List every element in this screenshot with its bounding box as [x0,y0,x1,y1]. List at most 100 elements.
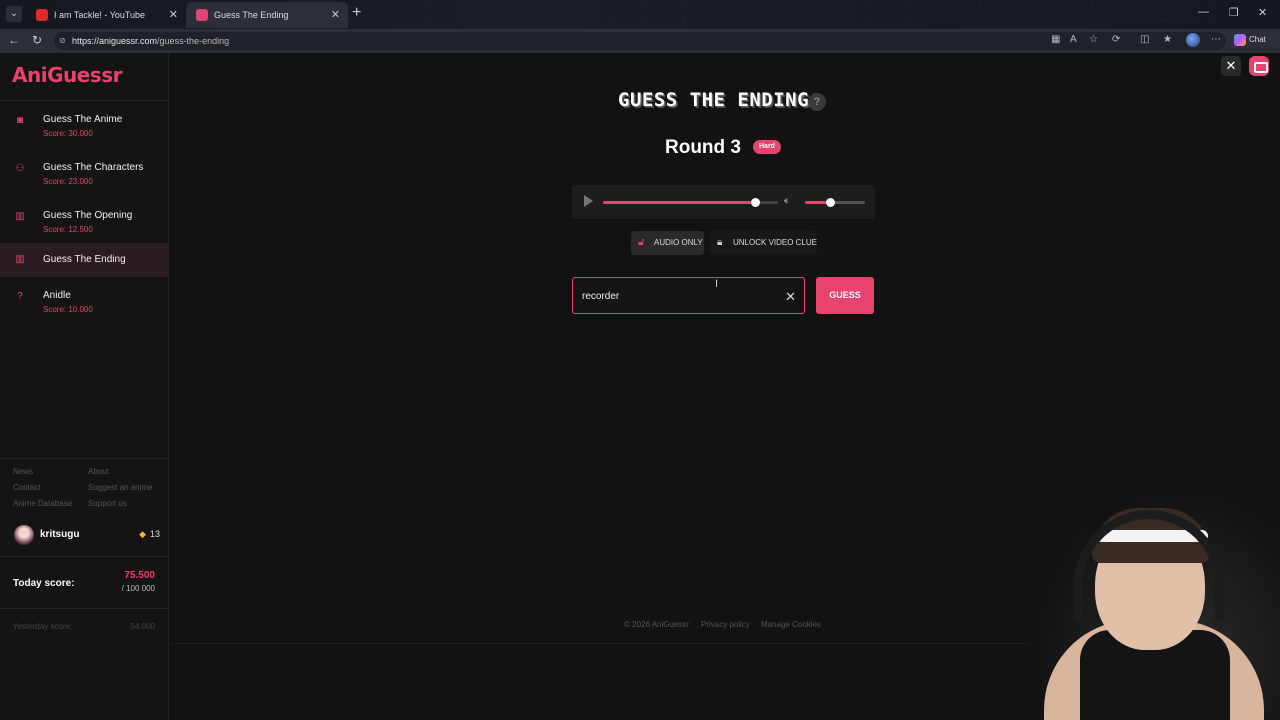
users-icon: ⚇ [15,163,25,174]
copilot-icon [1234,33,1246,46]
sidebar-item-score: Score: 12.500 [43,225,93,234]
audio-player: 🔈︎ [572,185,875,219]
avatar [14,525,34,545]
sidebar-item-anidle[interactable]: ? Anidle Score: 10.000 [0,285,169,319]
more-menu-icon[interactable]: ⋯ [1211,34,1221,45]
profile-avatar-icon[interactable] [1186,33,1200,47]
sidebar-item-guess-the-anime[interactable]: ◙ Guess The Anime Score: 30.000 [0,109,169,143]
sidebar-item-score: Score: 30.000 [43,129,93,138]
sidebar-item-label: Guess The Opening [43,210,133,221]
sidebar-item-guess-the-ending[interactable]: ▥ Guess The Ending [0,243,169,277]
twitch-extension-icon[interactable] [1249,56,1269,76]
support-us-link[interactable]: Support us [88,499,127,508]
guess-input[interactable]: recorder ✕ [572,277,805,314]
text-cursor-icon: I [715,278,719,290]
contact-link[interactable]: Contact [13,483,41,492]
sidebar-divider [0,100,169,101]
yesterday-score-label: Yesterday score: [13,622,73,631]
sidebar-item-label: Guess The Ending [43,254,126,265]
progress-fill [603,201,756,204]
user-profile[interactable]: kritsugu ◆ 13 [14,525,164,545]
sidebar-item-label: Guess The Characters [43,162,144,173]
tickets-count: ◆ 13 [139,529,160,540]
username: kritsugu [40,529,80,540]
maximize-icon[interactable]: ❐ [1229,6,1239,19]
favorite-star-icon[interactable]: ☆ [1089,34,1098,45]
yesterday-score-value: 54.000 [130,622,155,631]
sidebar-item-score: Score: 23.000 [43,177,93,186]
read-aloud-icon[interactable]: A [1070,34,1077,45]
browser-address-bar: ← ↻ ⊘ https://aniguessr.com/guess-the-en… [0,29,1280,53]
chat-label: Chat [1249,35,1266,44]
sidebar-divider [0,556,169,557]
browser-tab-youtube[interactable]: I am Tackle! - YouTube ✕ [26,2,186,28]
site-info-icon[interactable]: ⊘ [59,32,66,50]
volume-icon[interactable]: 🔈︎ [784,195,791,208]
music-bars-icon: ▥ [15,254,25,265]
refresh-icon[interactable]: ↻ [32,33,42,47]
tab-title: Guess The Ending [214,10,289,20]
manage-cookies-link[interactable]: Manage Cookies [761,620,821,629]
back-icon[interactable]: ← [8,33,20,47]
sidebar-divider [0,458,169,459]
sidebar-divider [0,608,169,609]
sidebar: AniGuessr ◙ Guess The Anime Score: 30.00… [0,53,169,720]
about-link[interactable]: About [88,467,109,476]
ticket-icon: ◆ [139,529,146,539]
sidebar-item-guess-the-characters[interactable]: ⚇ Guess The Characters Score: 23.000 [0,157,169,191]
apps-icon[interactable]: ▦ [1051,34,1060,45]
guess-button[interactable]: GUESS [816,277,874,314]
unlock-video-clue-button[interactable]: 🔒︎ UNLOCK VIDEO CLUE [710,231,817,255]
copilot-chat-button[interactable]: Chat [1234,33,1266,47]
clear-icon[interactable]: ✕ [785,278,796,315]
today-score-max: / 100 000 [121,584,155,593]
browser-tab-active[interactable]: Guess The Ending ✕ [186,2,348,28]
sidebar-item-label: Anidle [43,290,71,301]
play-icon[interactable] [584,195,593,207]
browser-tab-bar: ⌄ I am Tackle! - YouTube ✕ Guess The End… [0,0,1280,29]
webcam-overlay [1030,490,1280,720]
aniguessr-favicon-icon [196,9,208,21]
sidebar-item-guess-the-opening[interactable]: ▥ Guess The Opening Score: 12.500 [0,205,169,239]
sidebar-item-score: Score: 10.000 [43,305,93,314]
difficulty-badge: Hard [753,140,781,154]
url-host: https://aniguessr.com [72,36,158,46]
aniguessr-logo[interactable]: AniGuessr [12,63,122,87]
volume-knob[interactable] [826,198,836,207]
tab-actions-menu-icon[interactable]: ⌄ [6,6,22,22]
new-tab-icon[interactable]: + [352,4,361,22]
anime-database-link[interactable]: Anime Database [13,499,72,508]
music-bars-icon: ▥ [15,211,25,222]
ticket-value: 13 [149,529,160,539]
close-tab-icon[interactable]: ✕ [331,2,340,28]
extensions-icon[interactable]: ⟳ [1112,34,1120,45]
window-close-icon[interactable]: ✕ [1258,6,1267,19]
guess-input-value: recorder [582,291,620,302]
privacy-policy-link[interactable]: Privacy policy [701,620,750,629]
lock-open-icon: 🔓︎ [638,237,645,248]
suggest-anime-link[interactable]: Suggest an anime [88,483,153,492]
progress-slider[interactable] [603,198,778,207]
question-icon: ? [17,291,23,302]
collections-icon[interactable]: ★ [1163,34,1172,45]
url-path: /guess-the-ending [157,36,230,46]
help-icon[interactable]: ? [808,93,826,111]
today-score-label: Today score: [13,578,75,589]
progress-knob[interactable] [751,198,761,207]
close-tab-icon[interactable]: ✕ [169,2,178,28]
today-score-value: 75.500 [124,570,155,581]
audio-only-button[interactable]: 🔓︎ AUDIO ONLY [631,231,704,255]
round-label: Round 3 [665,137,741,158]
news-link[interactable]: News [13,467,33,476]
copyright-text: © 2026 AniGuessr [624,620,690,629]
split-screen-icon[interactable]: ◫ [1140,34,1149,45]
close-icon[interactable]: ✕ [1221,56,1241,76]
sidebar-item-label: Guess The Anime [43,114,123,125]
lock-icon: 🔒︎ [717,237,723,248]
minimize-icon[interactable]: — [1198,6,1209,18]
unlock-video-label: UNLOCK VIDEO CLUE [733,238,818,247]
volume-slider[interactable] [805,198,865,207]
tab-title: I am Tackle! - YouTube [54,10,146,20]
youtube-favicon-icon [36,9,48,21]
audio-only-label: AUDIO ONLY [654,238,703,247]
